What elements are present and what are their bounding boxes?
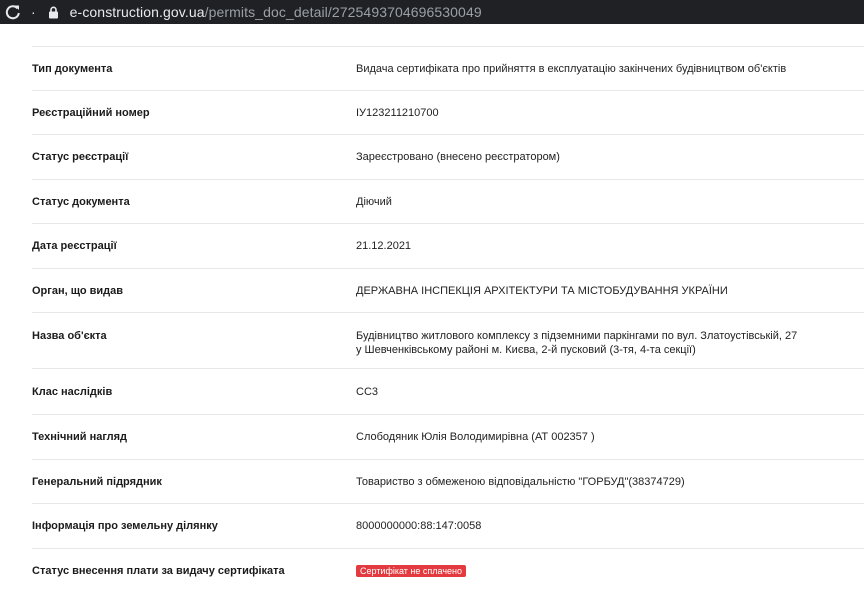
row-value-line: у Шевченківському районі м. Києва, 2-й п…: [356, 344, 696, 356]
table-row: Реєстраційний номер ІУ123211210700: [32, 91, 864, 135]
table-row: Назва об'єкта Будівництво житлового комп…: [32, 313, 864, 369]
document-details: Тип документа Видача сертифіката про при…: [0, 24, 864, 593]
row-value: ІУ123211210700: [356, 106, 439, 119]
reload-icon[interactable]: [2, 1, 24, 23]
row-label: Статус документа: [32, 195, 130, 208]
row-value: СС3: [356, 385, 379, 398]
row-label: Статус реєстрації: [32, 151, 129, 163]
row-value: Зареєстровано (внесено реєстратором): [356, 151, 560, 163]
row-value: ДЕРЖАВНА ІНСПЕКЦІЯ АРХІТЕКТУРИ ТА МІСТОБ…: [356, 284, 728, 297]
table-row: Дата реєстрації 21.12.2021: [32, 224, 864, 269]
row-value: Будівництво житлового комплексу з підзем…: [356, 313, 797, 357]
table-row: Технічний нагляд Слободяник Юлія Володим…: [32, 415, 864, 460]
url-path: /permits_doc_detail/2725493704696530049: [204, 4, 482, 20]
row-value: Діючий: [356, 195, 392, 208]
row-label: Орган, що видав: [32, 284, 124, 297]
table-row: Статус реєстрації Зареєстровано (внесено…: [32, 135, 864, 180]
row-value: Видача сертифіката про прийняття в експл…: [356, 62, 787, 75]
row-label: Тип документа: [32, 62, 113, 75]
payment-status-badge: Сертифікат не сплачено: [356, 565, 467, 577]
table-row: Статус внесення плати за видачу сертифік…: [32, 549, 864, 593]
row-value: 21.12.2021: [356, 240, 412, 252]
table-row: Інформація про земельну ділянку 80000000…: [32, 504, 864, 549]
row-label: Інформація про земельну ділянку: [32, 520, 218, 532]
table-row: Статус документа Діючий: [32, 180, 864, 224]
row-value-line: Будівництво житлового комплексу з підзем…: [356, 330, 798, 342]
row-label: Назва об'єкта: [32, 330, 107, 342]
table-row: Орган, що видав ДЕРЖАВНА ІНСПЕКЦІЯ АРХІТ…: [32, 269, 864, 313]
row-label: Клас наслідків: [32, 385, 113, 398]
row-label: Реєстраційний номер: [32, 106, 150, 119]
row-value: 8000000000:88:147:0058: [356, 520, 482, 532]
url-text[interactable]: e-construction.gov.ua/permits_doc_detail…: [70, 4, 482, 20]
lock-icon[interactable]: [48, 5, 60, 19]
row-value: Сертифікат не сплачено: [356, 564, 467, 578]
separator-dot-icon: ·: [31, 4, 36, 20]
url-host: e-construction.gov.ua: [69, 4, 205, 20]
table-row: Клас наслідків СС3: [32, 369, 864, 415]
table-row: Тип документа Видача сертифіката про при…: [32, 47, 864, 91]
browser-address-bar: · e-construction.gov.ua/permits_doc_deta…: [0, 0, 864, 24]
row-label: Генеральний підрядник: [32, 475, 162, 488]
row-value: Слободяник Юлія Володимирівна (АТ 002357…: [356, 431, 595, 443]
row-value: Товариство з обмеженою відповідальністю …: [356, 475, 685, 488]
row-label: Дата реєстрації: [32, 240, 117, 252]
table-row: Генеральний підрядник Товариство з обмеж…: [32, 460, 864, 504]
row-label: Технічний нагляд: [32, 431, 128, 443]
table-top-divider: [32, 24, 864, 47]
row-label: Статус внесення плати за видачу сертифік…: [32, 565, 285, 577]
